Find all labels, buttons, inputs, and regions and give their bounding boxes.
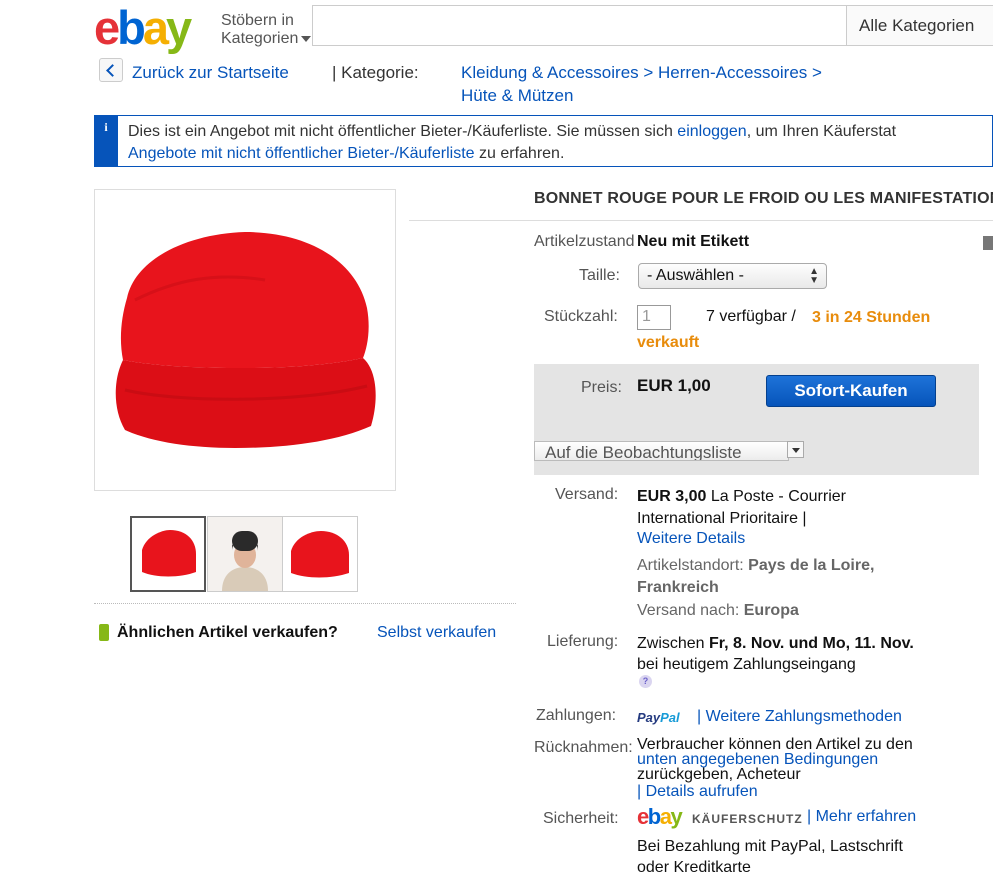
price-value: EUR 1,00 bbox=[637, 376, 711, 395]
payment-label: Zahlungen: bbox=[536, 707, 617, 724]
item-title: BONNET ROUGE POUR LE FROID OU LES MANIFE… bbox=[534, 190, 993, 207]
browse-categories-button[interactable]: Stöbern in Kategorien bbox=[221, 12, 312, 48]
paypal-logo: PayPal bbox=[637, 710, 680, 725]
main-product-image[interactable] bbox=[94, 189, 396, 491]
close-icon[interactable] bbox=[983, 236, 993, 250]
delivery-label: Lieferung: bbox=[547, 633, 619, 650]
help-icon[interactable]: ? bbox=[639, 675, 652, 688]
thumbnail-2[interactable] bbox=[207, 516, 283, 592]
breadcrumb-hats-link[interactable]: Hüte & Mützen bbox=[461, 86, 573, 106]
learn-more-link[interactable]: | Mehr erfahren bbox=[807, 808, 916, 826]
size-select[interactable]: - Auswählen - ▲ ▼ bbox=[638, 263, 827, 289]
category-select[interactable]: Alle Kategorien bbox=[846, 5, 993, 46]
security-info: Bei Bezahlung mit PayPal, Lastschrift od… bbox=[637, 838, 903, 876]
login-link[interactable]: einloggen bbox=[677, 123, 746, 140]
shipping-details-link[interactable]: Weitere Details bbox=[637, 530, 745, 548]
red-hat-image bbox=[115, 232, 376, 448]
sell-similar-text: Ähnlichen Artikel verkaufen? bbox=[117, 624, 338, 641]
thumbnail-1[interactable] bbox=[130, 516, 206, 592]
chevron-down-icon bbox=[301, 35, 312, 42]
breadcrumb-category-label: | Kategorie: bbox=[332, 63, 419, 82]
quantity-input[interactable]: 1 bbox=[637, 305, 671, 330]
back-to-home-link[interactable]: Zurück zur Startseite bbox=[132, 63, 289, 83]
watchlist-button[interactable]: Auf die Beobachtungsliste bbox=[534, 441, 789, 461]
buyer-protection-text: KÄUFERSCHUTZ bbox=[692, 812, 803, 826]
sell-yourself-link[interactable]: Selbst verkaufen bbox=[377, 624, 496, 642]
more-payment-methods-link[interactable]: | Weitere Zahlungsmethoden bbox=[697, 708, 902, 726]
breadcrumb-categories-link[interactable]: Kleidung & Accessoires > Herren-Accessoi… bbox=[461, 63, 822, 83]
sold-count-text: 3 in 24 Stunden bbox=[812, 309, 931, 326]
shipping-info: EUR 3,00 La Poste - Courrier Internation… bbox=[637, 488, 846, 527]
red-hat-thumb bbox=[291, 531, 349, 578]
ebay-buyer-protection-logo: ebay bbox=[637, 804, 683, 829]
returns-label: Rücknahmen: bbox=[534, 739, 633, 756]
shipping-label: Versand: bbox=[555, 486, 619, 503]
info-icon: i bbox=[94, 115, 118, 167]
buy-now-button[interactable]: Sofort-Kaufen bbox=[766, 375, 936, 407]
size-label: Taille: bbox=[579, 267, 620, 284]
item-location: Artikelstandort: Pays de la Loire, Frank… bbox=[637, 557, 875, 596]
divider bbox=[94, 603, 516, 604]
quantity-label: Stückzahl: bbox=[544, 308, 618, 325]
returns-info: Verbraucher können den Artikel zu den un… bbox=[637, 736, 913, 783]
red-hat-thumb bbox=[142, 530, 196, 577]
info-text: Dies ist ein Angebot mit nicht öffentlic… bbox=[128, 123, 897, 162]
condition-label: Artikelzustand bbox=[534, 233, 635, 250]
sold-count-text-2: verkauft bbox=[637, 334, 700, 351]
return-details-link[interactable]: | Details aufrufen bbox=[637, 783, 758, 801]
private-listing-link[interactable]: Angebote mit nicht öffentlicher Bieter-/… bbox=[128, 145, 475, 162]
ebay-logo[interactable]: ebay bbox=[94, 4, 192, 51]
back-arrow-icon[interactable] bbox=[99, 58, 123, 82]
condition-value: Neu mit Etikett bbox=[637, 233, 750, 250]
ships-to: Versand nach: Europa bbox=[637, 602, 799, 619]
man-with-hat-thumb bbox=[208, 517, 282, 591]
available-text: 7 verfügbar / bbox=[706, 308, 796, 325]
delivery-info: Zwischen Fr, 8. Nov. und Mo, 11. Nov. be… bbox=[637, 635, 914, 673]
tag-icon bbox=[99, 624, 109, 641]
chevron-down-icon[interactable] bbox=[787, 441, 804, 458]
thumbnail-3[interactable] bbox=[282, 516, 358, 592]
price-label: Preis: bbox=[581, 379, 622, 396]
select-arrows-icon: ▲ ▼ bbox=[809, 266, 819, 286]
security-label: Sicherheit: bbox=[543, 810, 619, 827]
search-input[interactable] bbox=[312, 5, 852, 46]
title-divider bbox=[409, 220, 993, 221]
